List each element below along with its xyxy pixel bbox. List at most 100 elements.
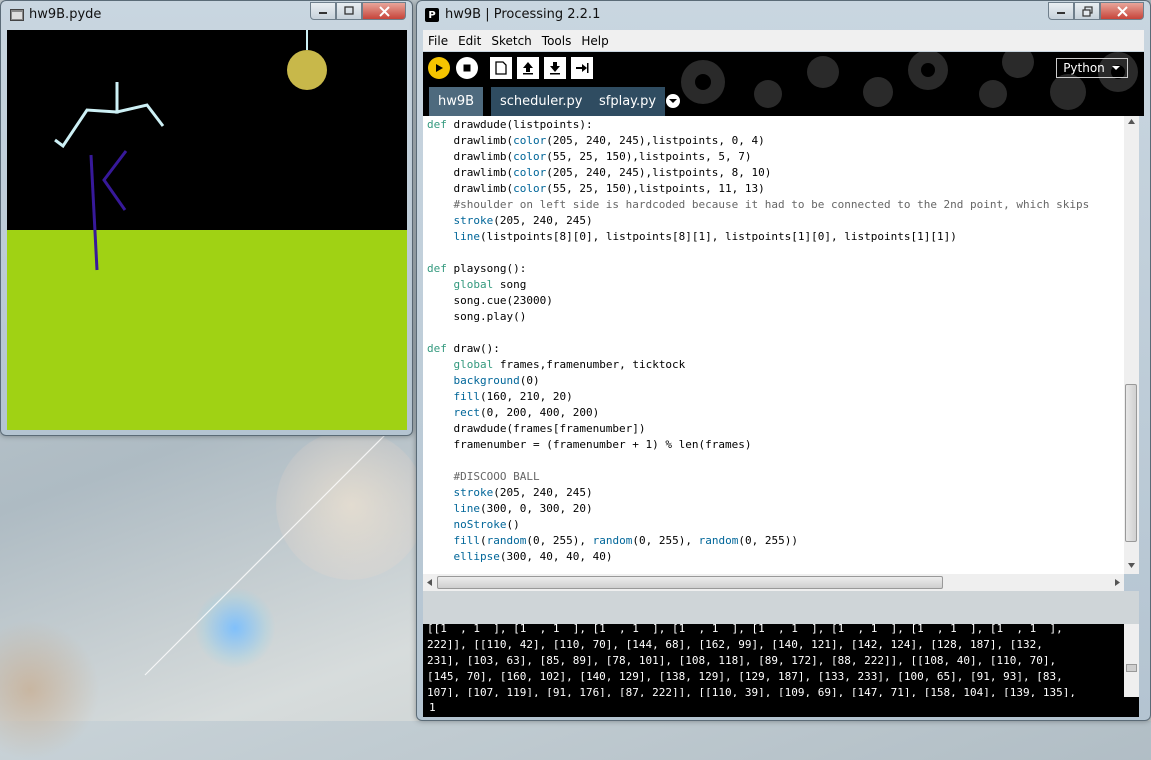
code-line: def drawdude(listpoints): (427, 118, 593, 131)
open-button[interactable] (517, 57, 539, 79)
console-line: 222]], [[110, 42], [110, 70], [144, 68],… (427, 638, 1043, 651)
processing-app-icon: P (425, 8, 439, 22)
code-line: background(0) (453, 374, 540, 387)
code-line: stroke(205, 240, 245) (453, 214, 593, 227)
desktop-warm-flare (0, 620, 100, 760)
sketch-window-title: hw9B.pyde (29, 7, 102, 22)
code-text[interactable]: def drawdude(listpoints): drawlimb(color… (423, 116, 1124, 565)
code-line: global song (453, 278, 527, 291)
code-line: stroke(205, 240, 245) (453, 486, 593, 499)
console-scroll-thumb[interactable] (1126, 664, 1137, 672)
scroll-up-icon (1128, 119, 1135, 124)
scroll-left-icon (427, 579, 432, 586)
sketch-app-icon (10, 9, 24, 21)
editor-horizontal-scrollbar[interactable] (423, 574, 1124, 591)
ide-titlebar[interactable]: P hw9B | Processing 2.2.1 (417, 1, 1150, 29)
code-editor[interactable]: def drawdude(listpoints): drawlimb(color… (423, 116, 1124, 574)
stop-button[interactable] (456, 57, 478, 79)
maximize-icon (344, 6, 354, 15)
console-output[interactable]: [[1 , 1 ], [1 , 1 ], [1 , 1 ], [1 , 1 ],… (423, 624, 1139, 697)
export-button[interactable] (571, 57, 593, 79)
arrow-down-icon (550, 62, 560, 75)
minimize-button[interactable] (310, 2, 336, 20)
console-scrollbar[interactable] (1124, 624, 1139, 697)
app-icon-letter: P (428, 9, 436, 21)
code-line: drawdude(frames[framenumber]) (427, 422, 646, 435)
menu-sketch[interactable]: Sketch (486, 34, 536, 48)
play-icon (436, 64, 443, 72)
console-line: [145, 70], [160, 102], [140, 129], [138,… (427, 670, 1063, 683)
horizontal-scroll-thumb[interactable] (437, 576, 943, 589)
sketch-titlebar[interactable]: hw9B.pyde (1, 1, 412, 29)
code-line: drawlimb(color(205, 240, 245),listpoints… (427, 166, 772, 179)
scroll-down-icon (1128, 563, 1135, 568)
toolbar: Python hw9B scheduler.py sfplay.py (423, 52, 1144, 116)
sketch-canvas[interactable] (7, 30, 407, 430)
menu-file[interactable]: File (423, 34, 453, 48)
new-button[interactable] (490, 57, 512, 79)
processing-ide-window: P hw9B | Processing 2.2.1 File Edit Sket… (416, 0, 1151, 721)
ground (7, 230, 407, 430)
code-line: ellipse(300, 40, 40, 40) (453, 550, 613, 563)
minimize-icon (1057, 12, 1065, 14)
code-line: def playsong(): (427, 262, 527, 275)
stop-icon (463, 64, 471, 72)
scroll-right-icon (1115, 579, 1120, 586)
new-file-icon (495, 61, 507, 75)
save-button[interactable] (544, 57, 566, 79)
export-arrow-icon (576, 63, 589, 73)
close-button[interactable] (362, 2, 406, 20)
desktop-light-streak (144, 434, 386, 676)
tab-sfplay[interactable]: sfplay.py (590, 87, 666, 116)
mode-selector[interactable]: Python (1056, 58, 1128, 78)
code-line: noStroke() (453, 518, 520, 531)
tab-label: hw9B (438, 94, 475, 109)
code-line: song.play() (427, 310, 527, 323)
tab-scheduler[interactable]: scheduler.py (491, 87, 592, 116)
console-text: [[1 , 1 ], [1 , 1 ], [1 , 1 ], [1 , 1 ],… (423, 624, 1139, 697)
console-line: [[1 , 1 ], [1 , 1 ], [1 , 1 ], [1 , 1 ],… (427, 624, 1063, 635)
close-icon (1116, 5, 1128, 17)
canvas-drawing (7, 30, 407, 430)
code-line: fill(160, 210, 20) (453, 390, 573, 403)
console-line: 231], [103, 63], [85, 89], [78, 101], [1… (427, 654, 1057, 667)
menu-help[interactable]: Help (576, 34, 613, 48)
tab-label: sfplay.py (599, 94, 657, 109)
ide-minimize-button[interactable] (1048, 2, 1074, 20)
tabs-menu-button[interactable] (666, 94, 680, 108)
message-area (423, 591, 1139, 624)
code-line: line(300, 0, 300, 20) (453, 502, 593, 515)
code-line: drawlimb(color(55, 25, 150),listpoints, … (427, 182, 765, 195)
close-icon (378, 5, 390, 17)
menu-tools[interactable]: Tools (537, 34, 577, 48)
vertical-scroll-thumb[interactable] (1125, 384, 1137, 542)
tab-label: scheduler.py (500, 94, 583, 109)
menu-bar: File Edit Sketch Tools Help (423, 30, 1144, 51)
chevron-down-icon (1111, 66, 1120, 70)
sketch-window-controls (310, 2, 406, 20)
editor-vertical-scrollbar[interactable] (1124, 116, 1139, 574)
code-line: def draw(): (427, 342, 500, 355)
ide-window-title: hw9B | Processing 2.2.1 (445, 7, 601, 22)
code-line: global frames,framenumber, ticktock (453, 358, 686, 371)
minimize-icon (319, 12, 327, 14)
code-line: drawlimb(color(205, 240, 245),listpoints… (427, 134, 765, 147)
dancer-leg-right (102, 150, 128, 211)
code-line: #DISCOOO BALL (427, 470, 540, 483)
maximize-button[interactable] (336, 2, 362, 20)
tab-hw9b[interactable]: hw9B (429, 87, 484, 116)
arrow-up-icon (523, 62, 533, 75)
code-line: line(listpoints[8][0], listpoints[8][1],… (453, 230, 957, 243)
ide-close-button[interactable] (1100, 2, 1144, 20)
disco-ball (287, 50, 327, 90)
menu-edit[interactable]: Edit (453, 34, 486, 48)
line-number: 1 (429, 700, 436, 714)
ide-restore-button[interactable] (1074, 2, 1100, 20)
mode-label: Python (1063, 61, 1105, 75)
ide-window-controls (1048, 2, 1144, 20)
code-line: fill(random(0, 255), random(0, 255), ran… (453, 534, 798, 547)
run-button[interactable] (428, 57, 450, 79)
